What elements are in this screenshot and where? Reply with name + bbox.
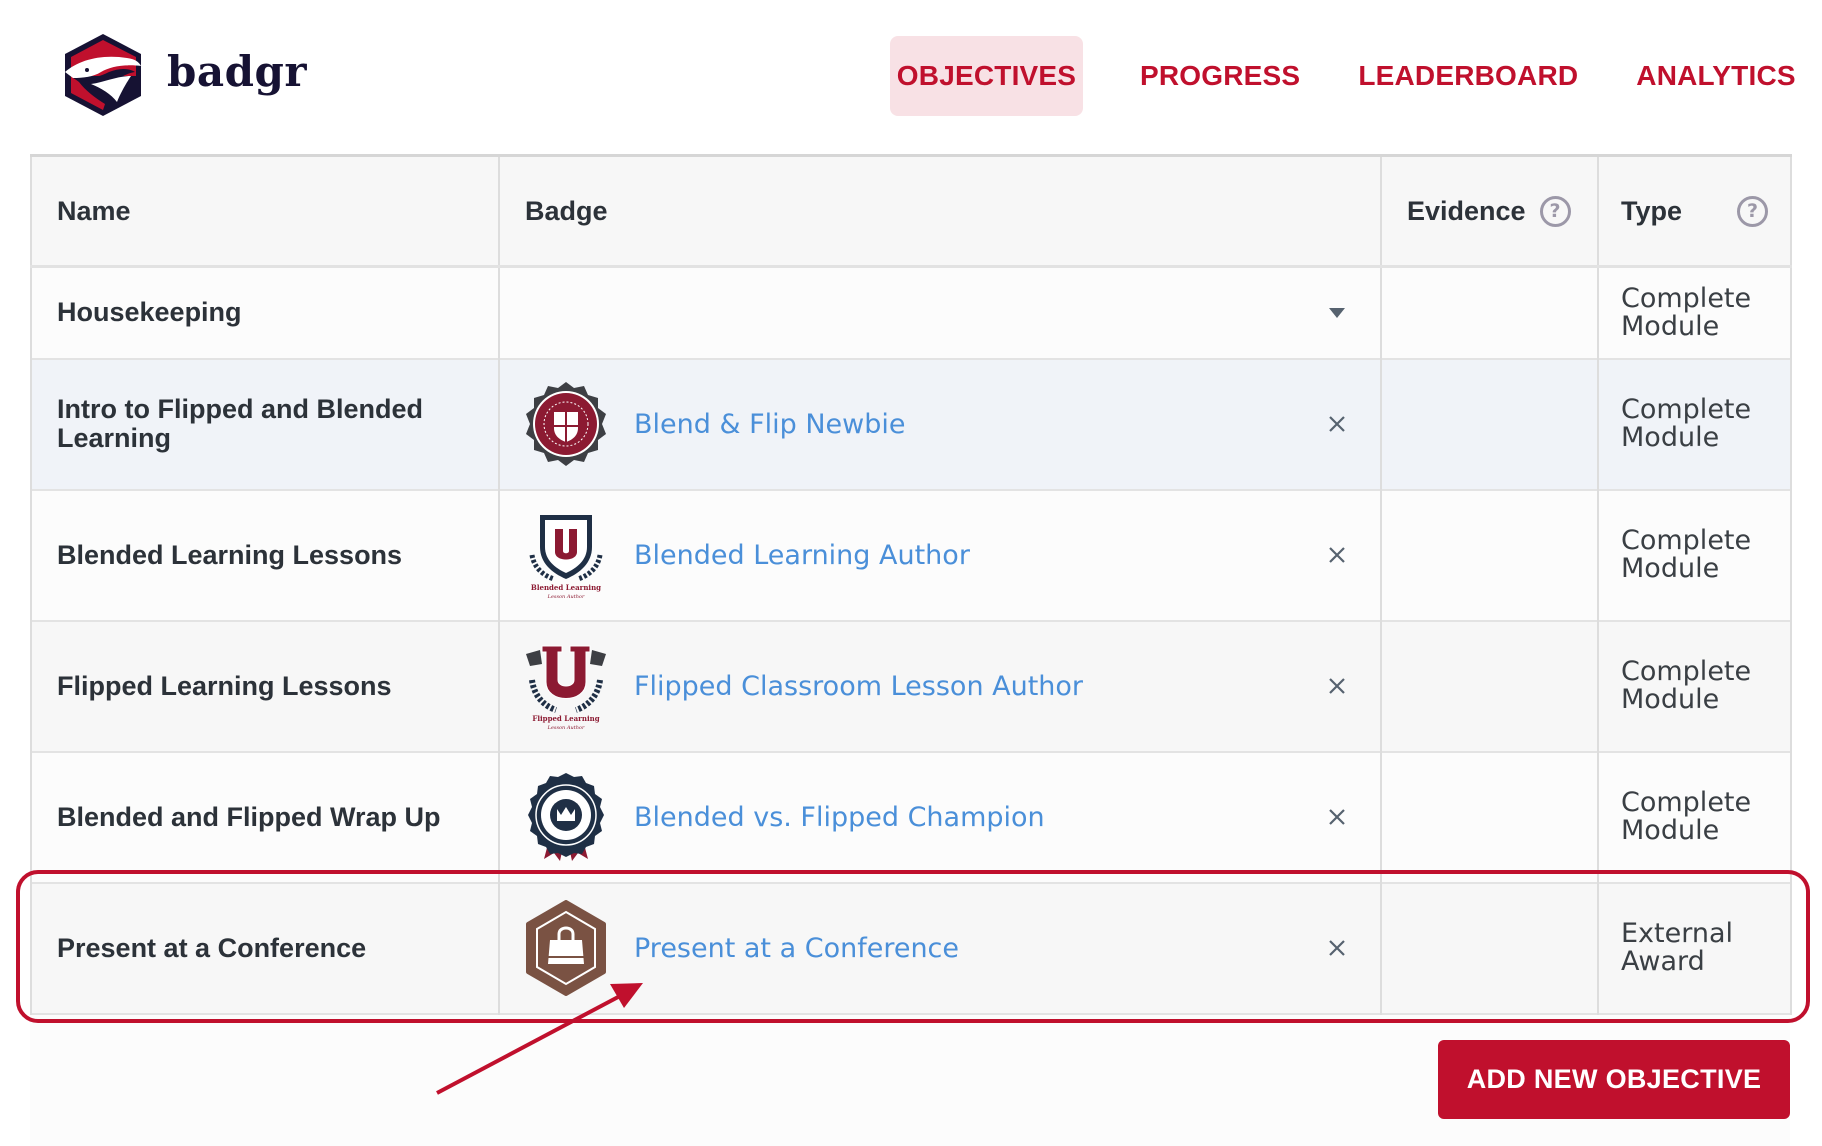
main-nav: OBJECTIVES PROGRESS LEADERBOARD ANALYTIC… (890, 36, 1816, 116)
objective-name: Intro to Flipped and Blended Learning (30, 358, 500, 490)
remove-badge-icon[interactable] (1322, 802, 1352, 832)
badge-cell: Blended vs. Flipped Champion (498, 751, 1382, 883)
remove-badge-icon[interactable] (1322, 933, 1352, 963)
evidence-help-icon[interactable]: ? (1539, 195, 1571, 227)
objective-name: Housekeeping (30, 266, 500, 359)
nav-leaderboard[interactable]: LEADERBOARD (1338, 36, 1598, 116)
evidence-cell (1380, 358, 1599, 490)
objective-type: Complete Module (1597, 489, 1792, 621)
badgr-logo[interactable]: badgr (61, 32, 307, 118)
app-name: badgr (167, 47, 307, 96)
remove-badge-icon[interactable] (1322, 540, 1352, 570)
table-row: Intro to Flipped and Blended Learning Bl… (30, 358, 1792, 490)
nav-analytics[interactable]: ANALYTICS (1616, 36, 1815, 116)
badge-dropdown-caret-icon[interactable] (1329, 307, 1345, 318)
badge-cell (498, 266, 1382, 359)
column-header-evidence: Evidence ? (1380, 155, 1599, 267)
objective-type: Complete Module (1597, 358, 1792, 490)
svg-text:Lesson Author: Lesson Author (547, 594, 585, 600)
badge-cell: Blended Learning Lesson Author Blended L… (498, 489, 1382, 621)
nav-objectives[interactable]: OBJECTIVES (890, 36, 1083, 116)
nav-progress[interactable]: PROGRESS (1120, 36, 1320, 116)
remove-badge-icon[interactable] (1322, 409, 1352, 439)
badger-hexagon-logo-icon (65, 34, 141, 116)
evidence-cell (1380, 620, 1599, 752)
shopping-bag-hexagon-badge-icon (522, 900, 610, 996)
table-row: Housekeeping Complete Module (30, 266, 1792, 359)
svg-text:Flipped Learning: Flipped Learning (532, 714, 599, 723)
badge-link[interactable]: Blend & Flip Newbie (634, 409, 906, 440)
objective-name: Present at a Conference (30, 882, 500, 1014)
badge-cell: Flipped Learning Lesson Author Flipped C… (498, 620, 1382, 752)
badge-link[interactable]: Blended vs. Flipped Champion (634, 802, 1045, 833)
evidence-cell (1380, 266, 1599, 359)
badge-cell: Blend & Flip Newbie (498, 358, 1382, 490)
objective-type: Complete Module (1597, 751, 1792, 883)
column-header-name: Name (30, 155, 500, 267)
svg-text:Lesson Author: Lesson Author (547, 725, 585, 731)
table-header-row: Name Badge Evidence ? Type ? (30, 155, 1792, 267)
svg-text:Blended Learning: Blended Learning (531, 583, 601, 592)
remove-badge-icon[interactable] (1322, 671, 1352, 701)
table-row: Blended Learning Lessons Blended Learnin… (30, 489, 1792, 621)
evidence-cell (1380, 882, 1599, 1014)
evidence-cell (1380, 489, 1599, 621)
objective-name: Blended Learning Lessons (30, 489, 500, 621)
evidence-cell (1380, 751, 1599, 883)
objective-type: Complete Module (1597, 266, 1792, 359)
objective-name: Flipped Learning Lessons (30, 620, 500, 752)
column-header-type: Type ? (1597, 155, 1792, 267)
table-row-highlighted: Present at a Conference Present at a Con… (30, 882, 1792, 1014)
table-row: Flipped Learning Lessons Flipped Learnin… (30, 620, 1792, 752)
varsity-u-badge-icon: Flipped Learning Lesson Author (522, 642, 610, 731)
crown-ribbon-badge-icon (522, 773, 610, 861)
badge-cell: Present at a Conference (498, 882, 1382, 1014)
objective-type: Complete Module (1597, 620, 1792, 752)
objectives-table: Name Badge Evidence ? Type ? Housekeepin… (30, 154, 1792, 1015)
shield-u-badge-icon: Blended Learning Lesson Author (522, 511, 610, 600)
column-header-badge: Badge (498, 155, 1382, 267)
add-new-objective-button[interactable]: ADD NEW OBJECTIVE (1438, 1040, 1790, 1119)
badge-link[interactable]: Blended Learning Author (634, 540, 970, 571)
badge-link[interactable]: Flipped Classroom Lesson Author (634, 671, 1083, 702)
objective-type: External Award (1597, 882, 1792, 1014)
table-row: Blended and Flipped Wrap Up Blended vs. … (30, 751, 1792, 883)
type-help-icon[interactable]: ? (1737, 195, 1768, 227)
badge-link[interactable]: Present at a Conference (634, 933, 959, 964)
seal-badge-icon (522, 380, 610, 468)
objective-name: Blended and Flipped Wrap Up (30, 751, 500, 883)
